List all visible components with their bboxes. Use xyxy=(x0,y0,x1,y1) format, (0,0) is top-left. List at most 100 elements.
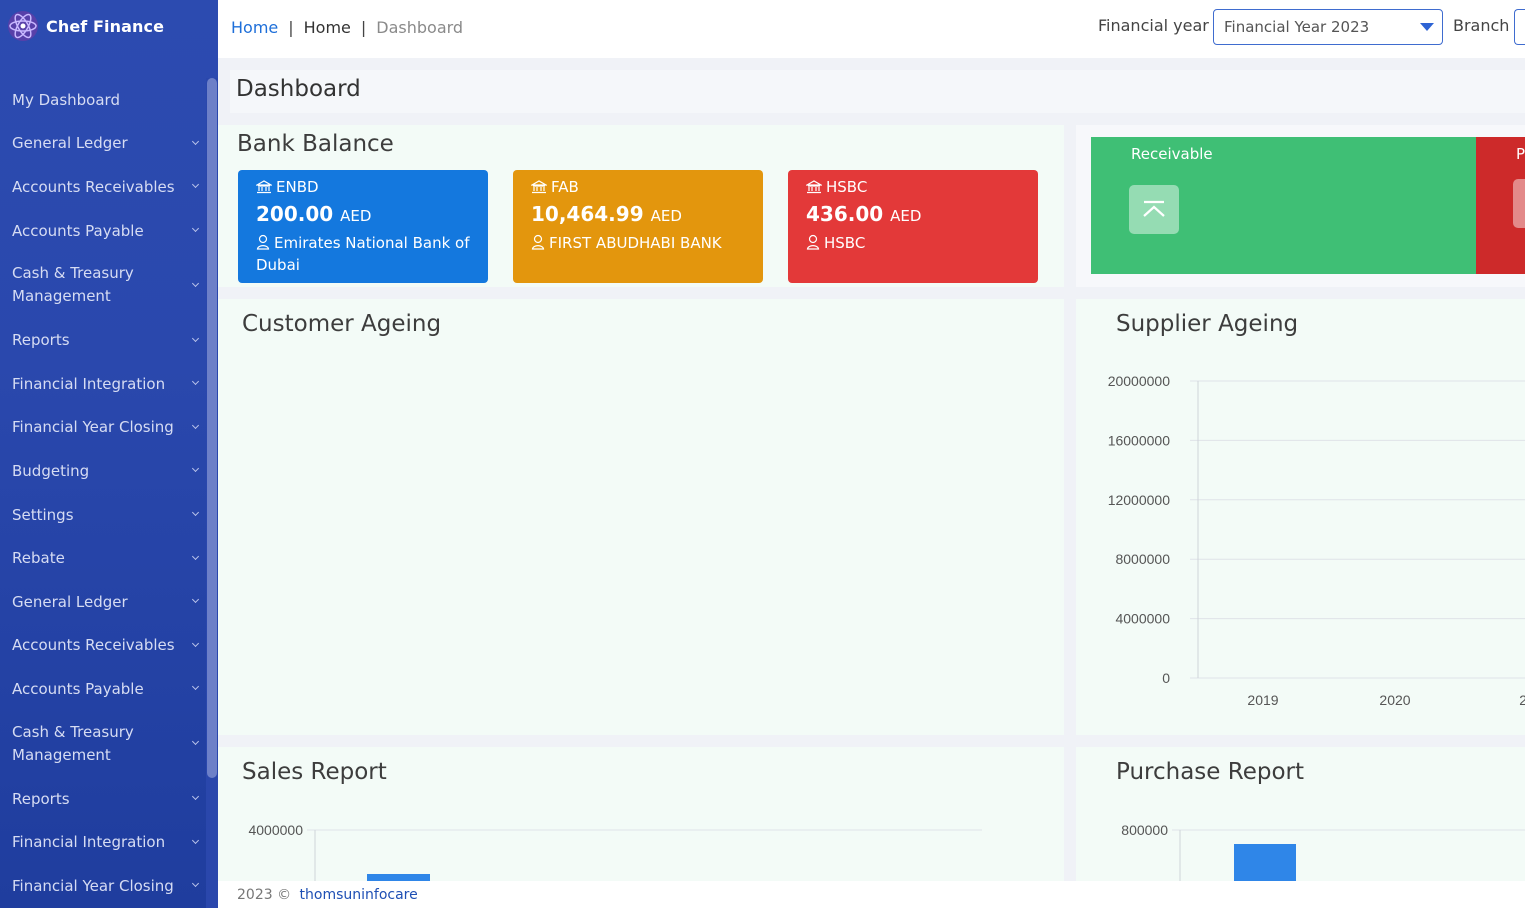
bank-code: FAB xyxy=(551,178,579,196)
sidebar-item-label: Rebate xyxy=(12,549,65,568)
sidebar-item-financial-integration[interactable]: Financial Integration xyxy=(0,362,206,406)
chevron-down-icon xyxy=(191,279,200,287)
bank-currency: AED xyxy=(650,207,682,225)
y-tick-label: 800000 xyxy=(1121,822,1168,838)
y-tick-label: 20000000 xyxy=(1108,373,1171,389)
sidebar-item-label: Financial Integration xyxy=(12,833,166,852)
receivable-expand-button[interactable] xyxy=(1129,185,1179,234)
sidebar-item-settings[interactable]: Settings xyxy=(0,493,206,537)
sidebar-item-reports[interactable]: Reports xyxy=(0,318,206,362)
customer-ageing-title: Customer Ageing xyxy=(242,311,442,337)
sidebar-item-financial-year-closing[interactable]: Financial Year Closing xyxy=(0,864,206,908)
breadcrumb-separator: | xyxy=(360,18,367,37)
chevron-down-icon xyxy=(191,683,200,691)
sidebar-item-financial-year-closing[interactable]: Financial Year Closing xyxy=(0,406,206,450)
sidebar-item-reports[interactable]: Reports xyxy=(0,777,206,821)
sidebar-item-cash-treasury-management[interactable]: Cash & Treasury Management xyxy=(0,252,206,318)
chevron-down-icon xyxy=(191,792,200,801)
sidebar-item-label: Financial Integration xyxy=(12,374,166,393)
sidebar-scrollbar-thumb[interactable] xyxy=(207,78,217,778)
y-tick-label: 0 xyxy=(1162,670,1170,686)
breadcrumb-home-link[interactable]: Home xyxy=(231,18,278,37)
atom-logo-icon xyxy=(8,11,38,41)
bank-balance-title: Bank Balance xyxy=(237,131,394,157)
sidebar-item-label: General Ledger xyxy=(12,592,128,611)
sidebar-item-my-dashboard[interactable]: My Dashboard xyxy=(0,78,206,122)
y-tick-label: 12000000 xyxy=(1108,492,1171,508)
sidebar-item-label: Budgeting xyxy=(12,461,90,480)
bank-card-fab[interactable]: FAB 10,464.99 AED FIRST ABUDHABI BANK xyxy=(513,170,763,283)
payable-card: P xyxy=(1476,137,1525,274)
footer-company-link[interactable]: thomsuninfocare xyxy=(300,887,418,903)
sidebar-item-label: My Dashboard xyxy=(12,90,120,109)
sidebar-item-cash-treasury-management[interactable]: Cash & Treasury Management xyxy=(0,711,206,777)
breadcrumb: Home | Home | Dashboard xyxy=(231,18,463,37)
sidebar-item-accounts-receivables[interactable]: Accounts Receivables xyxy=(0,624,206,668)
chevron-down-icon xyxy=(191,378,200,386)
x-tick-label: 2019 xyxy=(1247,692,1278,708)
sidebar-item-accounts-receivables[interactable]: Accounts Receivables xyxy=(0,165,206,209)
sidebar-item-label: Cash & Treasury Management xyxy=(12,722,134,764)
user-icon xyxy=(256,234,270,250)
sidebar-item-label: Settings xyxy=(12,505,74,524)
financial-year-label: Financial year xyxy=(1098,16,1209,35)
bank-code: ENBD xyxy=(276,178,319,196)
branch-select[interactable] xyxy=(1514,9,1525,45)
sidebar-item-label: Financial Year Closing xyxy=(12,418,174,437)
chevron-down-icon xyxy=(191,639,200,647)
y-tick-label: 16000000 xyxy=(1108,432,1171,448)
chevron-down-icon xyxy=(191,596,200,604)
app-name: Chef Finance xyxy=(46,16,165,36)
financial-year-value: Financial Year 2023 xyxy=(1224,18,1370,36)
user-icon xyxy=(531,234,545,250)
breadcrumb-separator: | xyxy=(288,18,294,37)
bank-amount: 436.00 xyxy=(806,202,884,226)
bank-name: HSBC xyxy=(824,234,866,252)
chevron-down-icon xyxy=(191,421,200,429)
bank-code: HSBC xyxy=(826,178,868,196)
bank-card-enbd[interactable]: ENBD 200.00 AED Emirates National Bank o… xyxy=(238,170,488,283)
caret-down-icon xyxy=(1420,23,1434,31)
bank-name: FIRST ABUDHABI BANK xyxy=(549,234,722,252)
chevron-down-icon xyxy=(191,137,200,145)
bank-amount: 200.00 xyxy=(256,202,334,226)
receivable-payable-panel: Receivable P xyxy=(1076,125,1525,287)
supplier-ageing-chart: 0 4000000 8000000 12000000 16000000 20000000 2… xyxy=(1108,373,1525,708)
bank-icon xyxy=(256,180,272,194)
x-tick-label: 20 xyxy=(1519,692,1525,708)
branch-label: Branch xyxy=(1453,16,1510,35)
sidebar-item-general-ledger[interactable]: General Ledger xyxy=(0,580,206,624)
brand[interactable]: Chef Finance xyxy=(0,0,218,52)
page-title: Dashboard xyxy=(236,76,361,102)
y-tick-label: 4000000 xyxy=(1115,611,1170,627)
chevron-down-icon xyxy=(191,334,200,342)
user-icon xyxy=(806,234,820,250)
bank-icon xyxy=(531,180,547,194)
sidebar-item-label: General Ledger xyxy=(12,134,128,153)
chevron-down-icon xyxy=(191,181,200,189)
sidebar-item-label: Accounts Payable xyxy=(12,679,144,698)
bank-card-hsbc[interactable]: HSBC 436.00 AED HSBC xyxy=(788,170,1038,283)
sidebar-item-label: Reports xyxy=(12,789,70,808)
chevron-down-icon xyxy=(191,225,200,233)
financial-year-select[interactable]: Financial Year 2023 xyxy=(1213,9,1443,45)
sidebar-item-accounts-payable[interactable]: Accounts Payable xyxy=(0,667,206,711)
sidebar-item-general-ledger[interactable]: General Ledger xyxy=(0,122,206,166)
sidebar-item-rebate[interactable]: Rebate xyxy=(0,536,206,580)
payable-label: P xyxy=(1516,145,1525,163)
page-title-bar: Dashboard xyxy=(230,70,1525,113)
bank-balance-panel: Bank Balance ENBD 200.00 AED Emirates Na… xyxy=(218,125,1064,287)
breadcrumb-home[interactable]: Home xyxy=(304,18,351,37)
sidebar-item-accounts-payable[interactable]: Accounts Payable xyxy=(0,209,206,253)
sidebar: Chef Finance My Dashboard General Ledger A… xyxy=(0,0,218,908)
sidebar-item-budgeting[interactable]: Budgeting xyxy=(0,449,206,493)
y-tick-label: 4000000 xyxy=(248,822,303,838)
sidebar-item-financial-integration[interactable]: Financial Integration xyxy=(0,820,206,864)
footer-copyright: 2023 © xyxy=(237,887,292,903)
payable-expand-button[interactable] xyxy=(1513,179,1525,228)
chevron-down-icon xyxy=(191,509,200,517)
bank-currency: AED xyxy=(890,207,922,225)
bank-name: Emirates National Bank of Dubai xyxy=(256,234,470,274)
bank-amount: 10,464.99 xyxy=(531,202,644,226)
sidebar-item-label: Financial Year Closing xyxy=(12,876,174,895)
